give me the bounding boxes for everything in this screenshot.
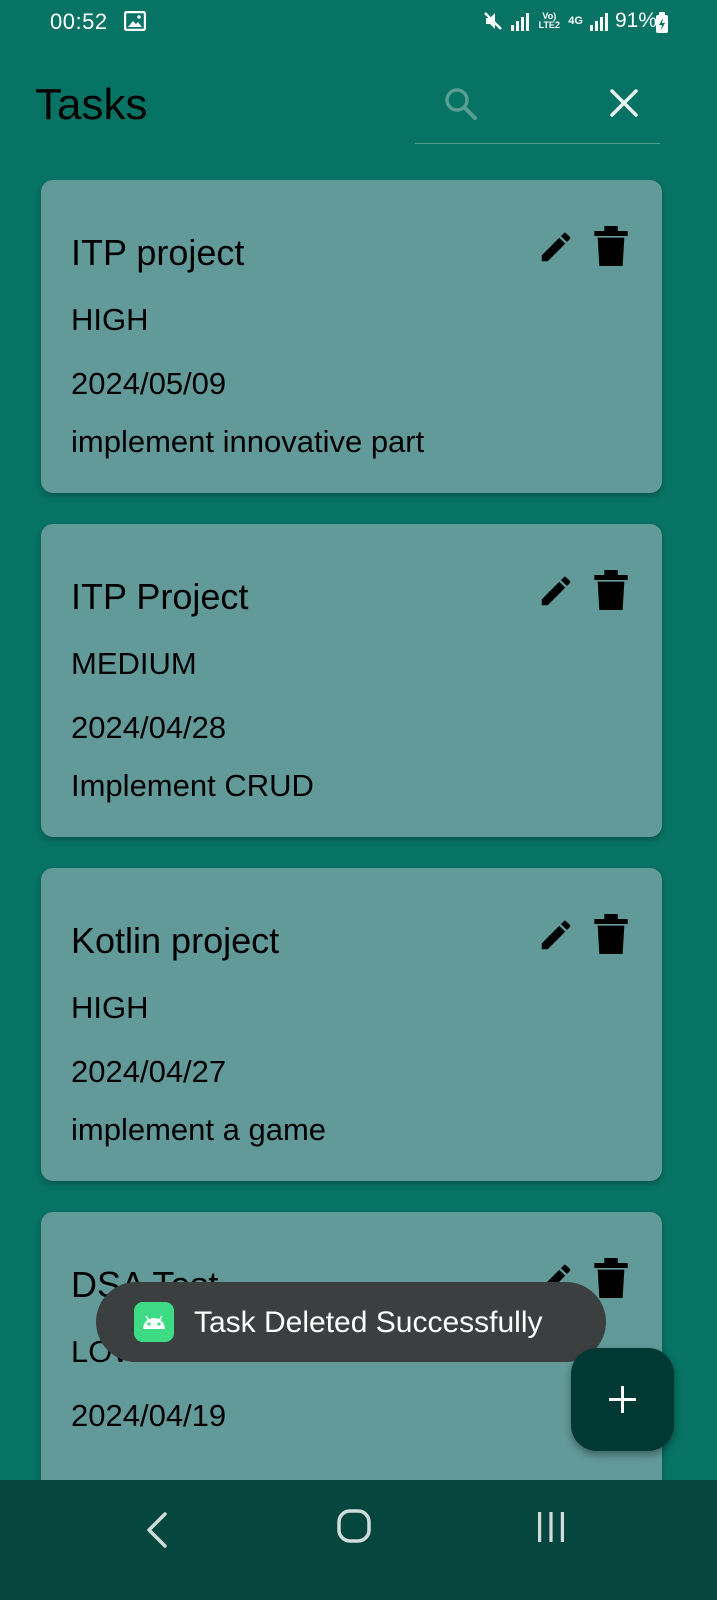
edit-icon[interactable]	[537, 228, 575, 266]
task-title: Kotlin project	[71, 920, 280, 961]
page-title: Tasks	[35, 80, 148, 129]
lte-label: Vo) LTE2	[538, 11, 560, 30]
task-card[interactable]: Kotlin project HIGH 2024/04/27 implement…	[41, 868, 662, 1181]
search-icon[interactable]	[443, 86, 479, 122]
search-bar[interactable]	[415, 70, 660, 144]
close-icon[interactable]	[607, 86, 641, 120]
edit-icon[interactable]	[537, 572, 575, 610]
mute-icon	[484, 12, 503, 30]
signal-icon	[511, 13, 530, 31]
status-time: 00:52	[50, 9, 108, 34]
navigation-bar	[0, 1480, 717, 1600]
toast-message: Task Deleted Successfully	[96, 1282, 606, 1362]
back-icon[interactable]	[143, 1510, 171, 1550]
task-card[interactable]: ITP Project MEDIUM 2024/04/28 Implement …	[41, 524, 662, 837]
edit-icon[interactable]	[537, 916, 575, 954]
task-description: Implement CRUD	[71, 768, 314, 803]
delete-icon[interactable]	[594, 226, 628, 266]
toast-text: Task Deleted Successfully	[194, 1306, 543, 1339]
task-title: ITP Project	[71, 576, 249, 617]
task-title: ITP project	[71, 232, 245, 273]
home-icon[interactable]	[336, 1508, 372, 1544]
network-type: 4G	[568, 14, 583, 27]
delete-icon[interactable]	[594, 914, 628, 954]
plus-icon	[609, 1386, 636, 1413]
add-task-button[interactable]	[571, 1348, 674, 1451]
status-right: Vo) LTE2 4G 91%	[482, 9, 657, 33]
task-date: 2024/04/19	[71, 1398, 227, 1433]
task-priority: HIGH	[71, 990, 149, 1025]
task-priority: MEDIUM	[71, 646, 197, 681]
image-notification-icon	[124, 11, 146, 31]
task-date: 2024/04/27	[71, 1054, 227, 1089]
task-description: implement a game	[71, 1112, 327, 1147]
android-icon	[134, 1302, 174, 1342]
signal-icon-2	[589, 13, 608, 31]
task-priority: HIGH	[71, 302, 149, 337]
recent-apps-icon[interactable]	[535, 1510, 567, 1544]
task-date: 2024/04/28	[71, 710, 227, 745]
delete-icon[interactable]	[594, 1258, 628, 1298]
battery-icon	[656, 12, 668, 33]
task-date: 2024/05/09	[71, 366, 227, 401]
battery-percent: 91%	[614, 9, 657, 32]
task-card[interactable]: ITP project HIGH 2024/05/09 implement in…	[41, 180, 662, 493]
task-description: implement innovative part	[71, 424, 425, 459]
delete-icon[interactable]	[594, 570, 628, 610]
status-bar: 00:52 Vo) LTE2 4G 91%	[0, 0, 717, 44]
